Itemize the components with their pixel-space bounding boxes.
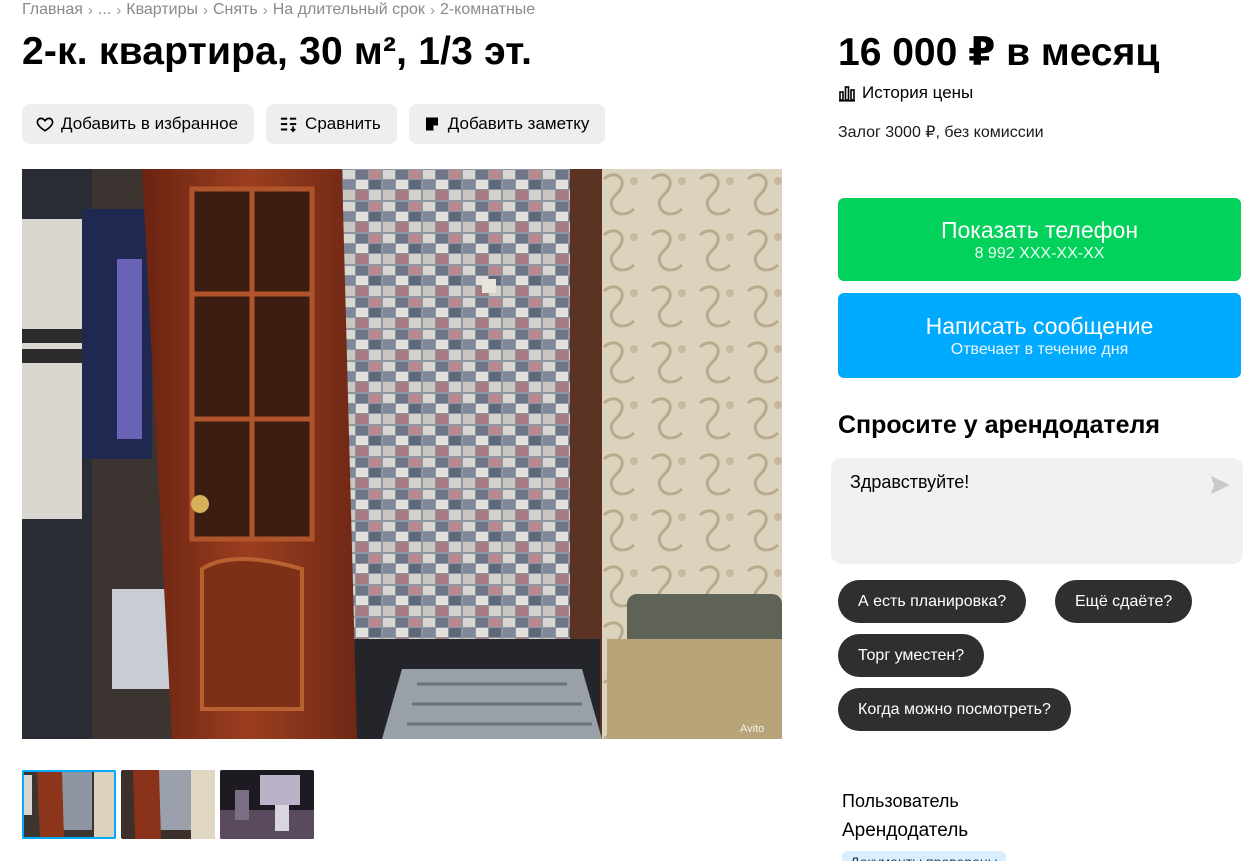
quick-question-chip[interactable]: Торг уместен? [838, 634, 985, 677]
add-favorite-label: Добавить в избранное [61, 114, 239, 133]
seller-name[interactable]: Арендодатель [842, 819, 1006, 843]
quick-question-chip[interactable]: Когда можно посмотреть? [838, 688, 1071, 731]
breadcrumb-separator: › [429, 1, 435, 19]
response-time: Отвечает в течение дня [950, 340, 1129, 358]
photo-thumbnails [22, 770, 314, 839]
breadcrumb-separator: › [116, 1, 122, 19]
apartment-photo: Avito [22, 169, 782, 739]
main-photo[interactable]: Avito [22, 169, 782, 739]
ask-landlord-title: Спросите у арендодателя [838, 411, 1160, 439]
note-icon [423, 115, 441, 133]
thumbnail-1[interactable] [22, 770, 116, 839]
add-favorite-button[interactable]: Добавить в избранное [22, 104, 255, 144]
breadcrumb-separator: › [262, 1, 268, 19]
quick-question-chip[interactable]: Ещё сдаёте? [1055, 580, 1193, 623]
breadcrumb-rent[interactable]: Снять [213, 1, 258, 19]
ask-message-box: Здравствуйте! [831, 458, 1243, 564]
thumbnail-2[interactable] [121, 770, 215, 839]
heart-icon [36, 115, 54, 133]
breadcrumb-separator: › [203, 1, 208, 19]
compare-icon [280, 115, 298, 133]
thumbnail-3[interactable] [220, 770, 314, 839]
add-note-button[interactable]: Добавить заметку [408, 104, 606, 144]
send-icon[interactable] [1209, 474, 1231, 496]
compare-button[interactable]: Сравнить [266, 104, 397, 144]
documents-verified-badge: Документы проверены [842, 851, 1006, 861]
show-phone-button[interactable]: Показать телефон 8 992 XXX-XX-XX [838, 198, 1241, 281]
breadcrumb-two-rooms[interactable]: 2-комнатные [440, 1, 535, 19]
breadcrumb-long-term[interactable]: На длительный срок [273, 1, 425, 19]
breadcrumb: Главная › ... › Квартиры › Снять › На дл… [22, 1, 535, 19]
listing-actions: Добавить в избранное Сравнить Добавить з… [22, 104, 606, 144]
chart-icon [838, 84, 856, 102]
price: 16 000 ₽ в месяц [838, 31, 1160, 74]
ask-message-input[interactable]: Здравствуйте! [850, 472, 1200, 552]
price-history-link[interactable]: История цены [838, 83, 973, 103]
seller-type: Пользователь [842, 791, 959, 811]
add-note-label: Добавить заметку [447, 114, 590, 133]
deposit-info: Залог 3000 ₽, без комиссии [838, 124, 1044, 141]
show-phone-label: Показать телефон [940, 216, 1139, 243]
breadcrumb-ellipsis[interactable]: ... [98, 1, 111, 19]
page-title: 2-к. квартира, 30 м², 1/3 эт. [22, 30, 533, 73]
breadcrumb-apartments[interactable]: Квартиры [126, 1, 198, 19]
breadcrumb-home[interactable]: Главная [22, 1, 83, 19]
write-message-label: Написать сообщение [925, 312, 1154, 339]
seller-info: Пользователь Арендодатель Документы пров… [842, 790, 1006, 861]
phone-number-masked: 8 992 XXX-XX-XX [974, 244, 1105, 262]
price-history-label: История цены [862, 83, 974, 102]
breadcrumb-separator: › [87, 1, 93, 19]
photo-watermark: Avito [740, 723, 764, 735]
compare-label: Сравнить [305, 114, 381, 133]
write-message-button[interactable]: Написать сообщение Отвечает в течение дн… [838, 293, 1241, 378]
quick-question-chip[interactable]: А есть планировка? [838, 580, 1027, 623]
